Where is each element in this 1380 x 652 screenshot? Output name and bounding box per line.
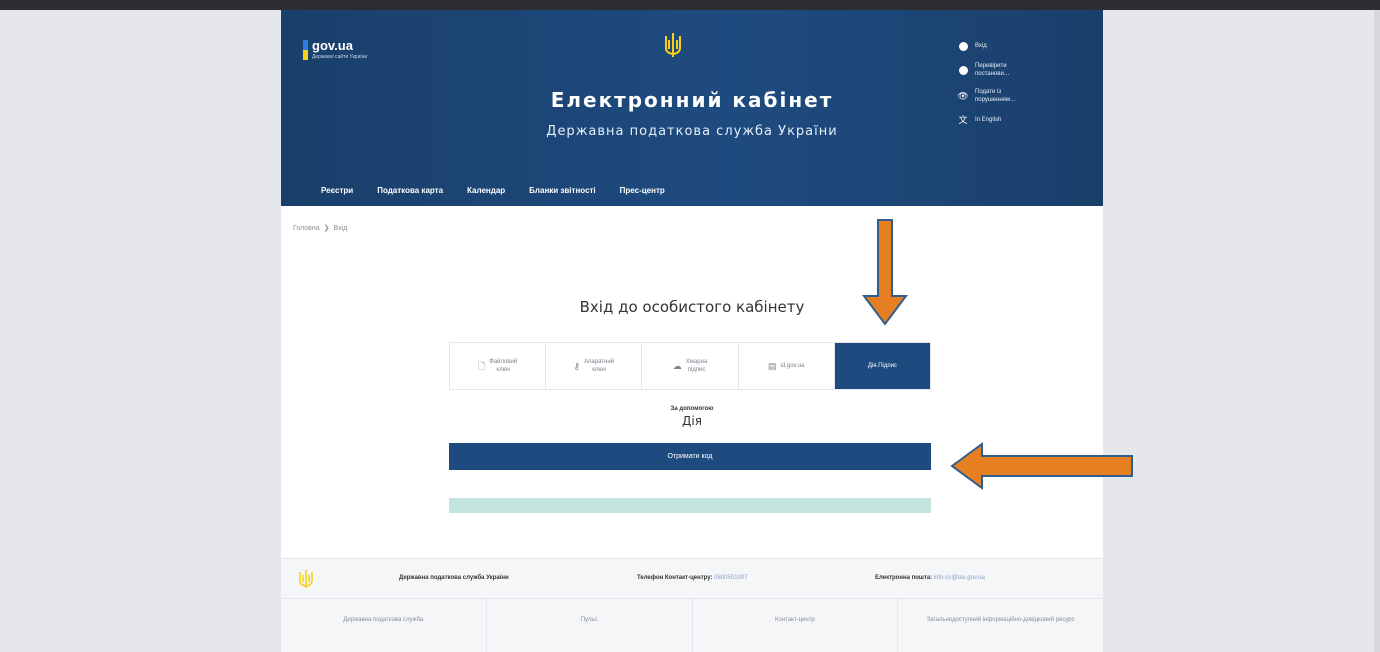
down-arrow-annotation bbox=[862, 219, 908, 326]
trident-icon bbox=[665, 33, 681, 57]
header-link-check[interactable]: Перевірити постанови… bbox=[957, 62, 1097, 78]
header-link-report[interactable]: 👁 Подати із порушенням… bbox=[957, 88, 1097, 104]
method-name: Дія bbox=[682, 414, 702, 428]
tab-hardware-key[interactable]: ⚷ Апаратний ключ bbox=[546, 343, 643, 389]
phone-label: Телефон Контакт-центру: bbox=[637, 575, 713, 581]
header-link-login[interactable]: Вхід bbox=[957, 40, 1097, 52]
page: gov.ua Державні сайти України Електронни… bbox=[281, 10, 1103, 652]
footer-contacts: Державна податкова служба України Телефо… bbox=[281, 558, 1103, 598]
footer-link-contact-center[interactable]: Контакт-центр bbox=[693, 599, 899, 652]
footer-link-pulse[interactable]: Пульс bbox=[487, 599, 693, 652]
footer-phone: Телефон Контакт-центру: 0800501007 bbox=[637, 575, 748, 581]
email-label: Електронна пошта: bbox=[875, 575, 933, 581]
eye-icon: 👁 bbox=[957, 91, 969, 101]
tab-label: Дія.Підпис bbox=[867, 363, 897, 369]
footer-agency: Державна податкова служба України bbox=[399, 575, 509, 581]
id-card-icon: ▤ bbox=[768, 361, 777, 371]
left-arrow-annotation bbox=[950, 442, 1133, 490]
login-method-tabs: 🗋 Файловий ключ ⚷ Апаратний ключ ☁ Хмарн… bbox=[449, 342, 931, 390]
key-icon: ⚷ bbox=[573, 361, 581, 371]
gov-ua-logo[interactable]: gov.ua Державні сайти України bbox=[303, 38, 368, 60]
tab-cloud-sign[interactable]: ☁ Хмарна підпис bbox=[642, 343, 739, 389]
tab-file-key[interactable]: 🗋 Файловий ключ bbox=[450, 343, 547, 389]
flag-icon bbox=[303, 40, 308, 60]
progress-bar bbox=[449, 498, 931, 513]
file-icon: 🗋 bbox=[477, 361, 486, 371]
scrollbar[interactable] bbox=[1374, 10, 1380, 652]
footer-link-tax-service[interactable]: Державна податкова служба bbox=[281, 599, 487, 652]
get-code-button[interactable]: Отримати код bbox=[449, 443, 931, 470]
footer-email: Електронна пошта: info-cc@tax.gov.ua bbox=[875, 575, 985, 581]
tab-label: Хмарна підпис bbox=[685, 359, 708, 373]
info-icon bbox=[957, 64, 969, 76]
header-link-label: In English bbox=[975, 117, 1002, 123]
breadcrumb: Головна ❯ Вхід bbox=[293, 224, 348, 233]
site-header: gov.ua Державні сайти України Електронни… bbox=[281, 10, 1103, 206]
header-link-english[interactable]: 文 In English bbox=[957, 114, 1097, 126]
nav-item-registries[interactable]: Реєстри bbox=[321, 186, 353, 195]
nav-item-press[interactable]: Прес-центр bbox=[620, 186, 665, 195]
header-link-label: Подати із порушенням… bbox=[975, 89, 1017, 103]
chevron-right-icon: ❯ bbox=[323, 225, 330, 232]
header-link-label: Вхід bbox=[975, 43, 987, 49]
phone-value[interactable]: 0800501007 bbox=[714, 575, 747, 581]
tab-label: id.gov.ua bbox=[780, 363, 805, 369]
logo-text: gov.ua bbox=[312, 38, 353, 53]
breadcrumb-home[interactable]: Головна bbox=[293, 225, 320, 232]
nav-item-tax-map[interactable]: Податкова карта bbox=[377, 186, 443, 195]
tab-id-gov-ua[interactable]: ▤ id.gov.ua bbox=[739, 343, 835, 389]
header-links: Вхід Перевірити постанови… 👁 Подати із п… bbox=[957, 40, 1097, 136]
header-link-label: Перевірити постанови… bbox=[975, 63, 1010, 77]
footer-link-info-resource[interactable]: Загальнодоступний інформаційно-довідкови… bbox=[898, 599, 1103, 652]
login-icon bbox=[957, 40, 969, 52]
nav-item-forms[interactable]: Бланки звітності bbox=[529, 186, 596, 195]
method-caption: За допомогою bbox=[670, 406, 714, 412]
translate-icon: 文 bbox=[958, 115, 968, 125]
login-title: Вхід до особистого кабінету bbox=[579, 298, 805, 316]
tab-label: Апаратний ключ bbox=[584, 359, 615, 373]
nav-item-calendar[interactable]: Календар bbox=[467, 186, 505, 195]
main-nav: Реєстри Податкова карта Календар Бланки … bbox=[321, 186, 665, 195]
cloud-icon: ☁ bbox=[672, 361, 682, 371]
breadcrumb-current: Вхід bbox=[333, 224, 348, 232]
email-value[interactable]: info-cc@tax.gov.ua bbox=[934, 575, 985, 581]
browser-top-bar bbox=[0, 0, 1380, 10]
footer-links: Державна податкова служба Пульс Контакт-… bbox=[281, 598, 1103, 652]
logo-subtitle: Державні сайти України bbox=[312, 54, 368, 60]
trident-icon bbox=[299, 570, 313, 588]
tab-diia-sign[interactable]: Дія.Підпис bbox=[834, 343, 931, 389]
tab-label: Файловий ключ bbox=[489, 359, 518, 373]
